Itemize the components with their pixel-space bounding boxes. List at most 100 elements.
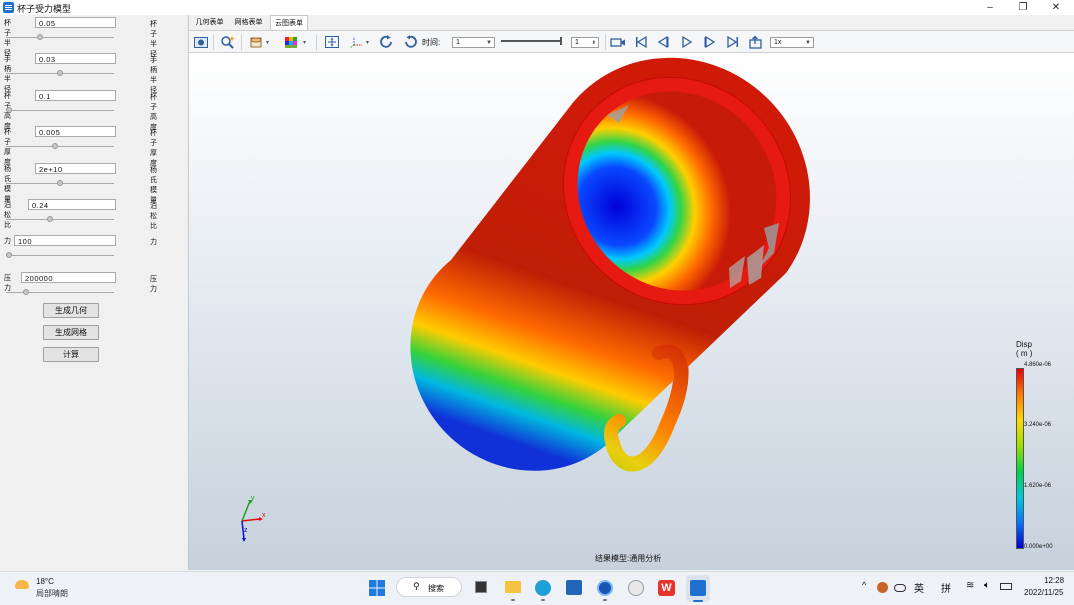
edge-icon[interactable] (535, 580, 551, 596)
rotate-left-icon[interactable] (379, 35, 395, 49)
param-label: 压力 (4, 274, 11, 292)
param-input[interactable]: 0.005 (35, 126, 116, 138)
weather-icon[interactable] (15, 580, 29, 589)
param-slider-handle[interactable] (36, 34, 43, 40)
generate-geometry-button[interactable]: 生成几何 (43, 303, 99, 318)
browser-icon[interactable] (597, 580, 613, 596)
chevron-down-icon[interactable]: ▾ (266, 39, 269, 46)
file-explorer-icon[interactable] (505, 581, 521, 593)
time-select-value: 1 (456, 39, 460, 46)
legend-tick-label: 4.860e-06 (1024, 362, 1052, 368)
param-display-label: 手柄半径 (150, 57, 157, 95)
title-bar: 杯子受力模型 – ❐ ✕ (0, 0, 1074, 15)
param-input[interactable]: 2e+10 (35, 162, 116, 174)
param-slider[interactable] (6, 143, 114, 150)
time-select[interactable]: 1 ▼ (452, 37, 495, 48)
search-box[interactable]: ⚲ 搜索 (396, 577, 462, 597)
tab-contour[interactable]: 云图表单 (270, 15, 308, 30)
param-slider[interactable] (6, 106, 114, 113)
rotate-right-icon[interactable] (402, 35, 418, 49)
start-icon[interactable] (369, 580, 385, 596)
app-taskbar-icon[interactable] (690, 580, 706, 596)
chevron-down-icon[interactable]: ▾ (366, 39, 369, 46)
param-label: 杯子半径 (4, 20, 11, 57)
param-slider[interactable] (6, 179, 114, 186)
record-video-icon[interactable] (610, 35, 626, 49)
param-display-label: 泊松比 (150, 203, 157, 230)
running-indicator (541, 599, 545, 601)
param-slider[interactable] (6, 288, 114, 295)
speed-select[interactable]: 1x ▼ (770, 37, 814, 48)
3d-viewport[interactable]: y x z Disp ( m ) 4.860e-06 3.240e-06 1.6… (189, 53, 1074, 570)
param-input[interactable]: 0.24 (28, 199, 116, 210)
time-slider[interactable] (501, 40, 561, 42)
param-input[interactable]: 0.03 (35, 53, 116, 65)
screenshot-icon[interactable] (193, 35, 209, 49)
taskbar: 18°C 局部晴朗 ⚲ 搜索 W ^ 英 拼 ≋ 🔈︎ 12:28 2022/1… (0, 571, 1074, 605)
running-indicator (511, 599, 515, 601)
color-map-icon[interactable] (283, 35, 299, 49)
param-label: 杨氏模量 (4, 165, 11, 203)
axis-view-icon[interactable] (348, 35, 364, 49)
legend-tick-label: 0.000e+00 (1024, 544, 1053, 550)
display-mode-icon[interactable] (249, 35, 265, 49)
language-indicator[interactable]: 英 (914, 580, 924, 595)
last-frame-icon[interactable] (725, 35, 741, 49)
zoom-icon[interactable] (220, 35, 236, 49)
qq-icon[interactable] (628, 580, 644, 596)
step-spinner[interactable]: 1 ⬍ (571, 37, 599, 48)
param-input[interactable]: 0.1 (35, 89, 116, 101)
param-label: 泊松比 (4, 202, 11, 229)
param-input[interactable]: 0.05 (35, 17, 116, 28)
param-display-label: 压力 (150, 275, 157, 293)
app-icon (3, 2, 14, 13)
compute-button[interactable]: 计算 (43, 347, 99, 362)
time-slider-handle[interactable] (560, 37, 562, 45)
wifi-icon[interactable]: ≋ (966, 580, 974, 591)
legend-unit: ( m ) (1016, 349, 1033, 358)
param-slider[interactable] (6, 216, 114, 222)
search-label: 搜索 (428, 584, 444, 593)
chevron-down-icon[interactable]: ▾ (303, 39, 306, 46)
param-display-label: 力 (150, 239, 157, 247)
maximize-button[interactable]: ❐ (1008, 0, 1038, 15)
clock-time[interactable]: 12:28 (1044, 576, 1064, 585)
generate-mesh-button[interactable]: 生成网格 (43, 325, 99, 340)
tab-geometry[interactable]: 几何表单 (191, 15, 228, 30)
export-icon[interactable] (748, 35, 764, 49)
clock-date[interactable]: 2022/11/25 (1024, 588, 1063, 597)
tray-overflow-icon[interactable]: ^ (862, 580, 866, 590)
next-frame-icon[interactable] (702, 35, 718, 49)
legend-tick-label: 3.240e-06 (1024, 422, 1052, 428)
battery-icon[interactable] (1000, 583, 1012, 590)
param-slider-handle[interactable] (57, 179, 63, 186)
user-tray-icon[interactable] (877, 582, 888, 593)
param-slider[interactable] (6, 70, 114, 77)
store-icon[interactable] (566, 580, 582, 595)
cloud-icon[interactable] (894, 584, 906, 592)
first-frame-icon[interactable] (633, 35, 649, 49)
volume-icon[interactable]: 🔈︎ (984, 580, 990, 591)
param-display-label: 杯子高度 (150, 93, 157, 131)
close-button[interactable]: ✕ (1041, 0, 1071, 15)
minimize-button[interactable]: – (975, 0, 1005, 15)
weather-temperature[interactable]: 18°C (36, 577, 54, 586)
weather-description[interactable]: 局部晴朗 (36, 588, 68, 599)
mug-model (410, 57, 810, 472)
wps-icon[interactable]: W (658, 580, 675, 596)
play-icon[interactable] (679, 35, 695, 49)
param-label: 力 (4, 238, 11, 246)
param-slider[interactable] (6, 34, 114, 40)
param-input[interactable]: 200000 (21, 271, 116, 283)
previous-frame-icon[interactable] (655, 35, 671, 49)
task-view-icon[interactable] (475, 581, 487, 593)
ime-indicator[interactable]: 拼 (941, 580, 951, 595)
param-input[interactable]: 100 (14, 235, 116, 247)
tab-mesh[interactable]: 网格表单 (230, 15, 267, 30)
param-display-label: 杨氏模量 (150, 166, 157, 204)
param-display-label: 杯子半径 (150, 21, 157, 58)
param-slider[interactable] (6, 252, 114, 259)
param-slider-handle[interactable] (46, 216, 53, 222)
fit-view-icon[interactable] (324, 35, 340, 49)
param-slider-handle[interactable] (6, 106, 12, 113)
